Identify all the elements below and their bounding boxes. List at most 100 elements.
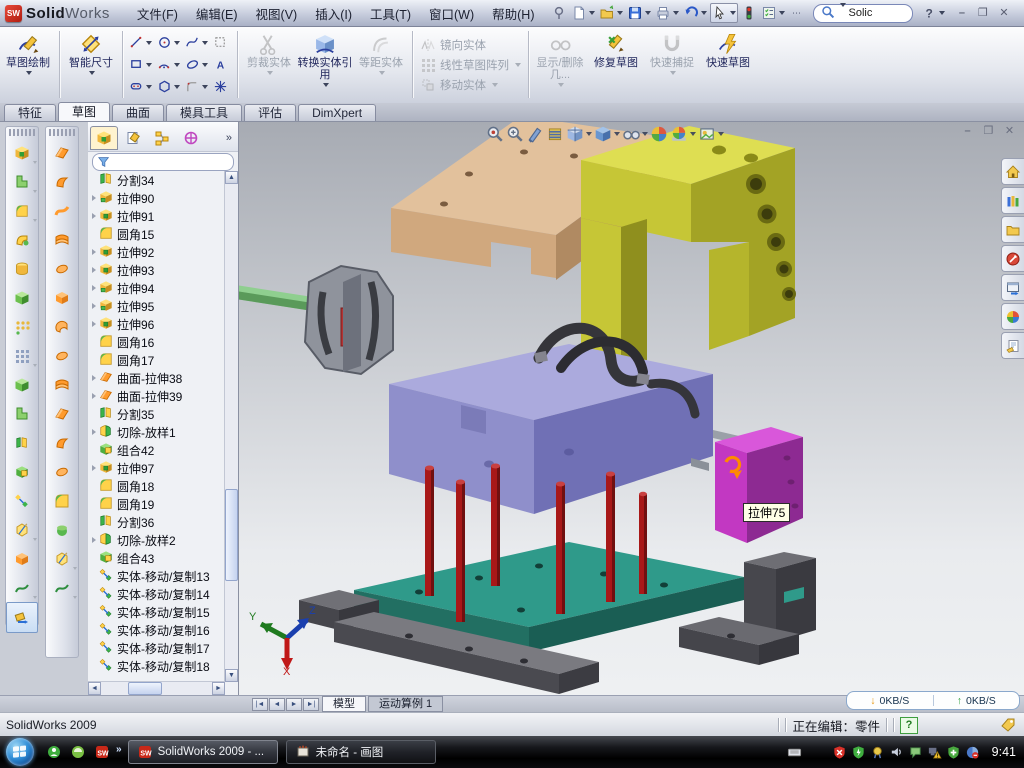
cmd-rapid-sketch-button[interactable]: 快速草图 [700,28,756,101]
sketch-point-button[interactable] [212,78,229,95]
plane-button[interactable] [6,544,38,573]
sketch-polygon-button[interactable] [156,78,181,95]
start-button[interactable] [6,738,34,766]
tree-item[interactable]: 分割36 [88,513,225,531]
new-document-button[interactable] [570,4,596,22]
next-tab-button[interactable]: ► [286,698,302,711]
tree-item[interactable]: 拉伸92 [88,243,225,261]
zoom-area-button[interactable] [505,123,525,145]
sketch-slot-button[interactable] [128,78,153,95]
tree-item[interactable]: 实体-移动/复制13 [88,567,225,585]
linear-pattern-button[interactable] [6,341,38,370]
messenger-quicklaunch-icon[interactable] [45,743,63,761]
move-copy-button[interactable] [6,486,38,515]
first-tab-button[interactable]: |◄ [252,698,268,711]
menu-file[interactable]: 文件(F) [128,4,187,23]
pin-button[interactable] [550,4,568,22]
sketch-circle-button[interactable] [156,34,181,51]
revolve-button[interactable] [6,254,38,283]
dimxpert-manager-tab[interactable] [177,126,205,150]
sketch-line-button[interactable] [128,34,153,51]
scroll-left-arrow[interactable]: ◄ [88,682,101,695]
expand-arrow-icon[interactable] [88,249,99,255]
menu-tools[interactable]: 工具(T) [361,4,420,23]
menu-window[interactable]: 窗口(W) [420,4,483,23]
tree-item[interactable]: 圆角18 [88,477,225,495]
scroll-up-arrow[interactable]: ▲ [225,171,238,184]
tree-item[interactable]: 拉伸93 [88,261,225,279]
last-tab-button[interactable]: ►| [303,698,319,711]
more-button[interactable]: ⋯ [788,4,806,22]
cmd-smart-dimension-button[interactable]: 智能尺寸 [63,28,119,101]
select-tool-button[interactable] [710,3,738,23]
menu-help[interactable]: 帮助(H) [483,4,543,23]
tree-item[interactable]: 圆角16 [88,333,225,351]
surface-sweep-button[interactable] [46,196,78,225]
expand-arrow-icon[interactable] [88,393,99,399]
surface-planar-button[interactable] [46,312,78,341]
expand-arrow-icon[interactable] [88,429,99,435]
tree-item[interactable]: 拉伸90 [88,189,225,207]
reference-geometry-button[interactable]: * [46,544,78,573]
display-style-button[interactable] [593,123,621,145]
toolbox-button[interactable] [1001,245,1024,272]
tree-vertical-scrollbar[interactable]: ▲ ▼ [224,171,238,682]
extrude-boss-button[interactable] [6,138,38,167]
cam-insert-part[interactable] [239,266,393,374]
chamfer-button[interactable] [6,283,38,312]
surface-delete-face-button[interactable] [46,457,78,486]
view-palette-button[interactable] [1001,274,1024,301]
search-caret[interactable] [838,7,846,19]
extrude-cut-button[interactable] [6,167,38,196]
solidworks-quicklaunch-icon[interactable]: SW [93,743,111,761]
apply-scene-button[interactable] [669,123,697,145]
sketch-arc-button[interactable] [156,56,181,73]
view-orientation-button[interactable] [565,123,593,145]
sketch-sketch-fillet-button[interactable] [184,78,209,95]
close-button[interactable]: ✕ [995,6,1012,21]
antivirus-shield-tray-icon[interactable] [832,745,847,760]
menu-insert[interactable]: 插入(I) [306,4,361,23]
tree-filter-input[interactable] [92,153,234,171]
split-button[interactable] [6,428,38,457]
feature-manager-tab[interactable] [90,126,118,150]
taskbar-button-paint[interactable]: 未命名 - 画图 [286,740,436,764]
tree-item[interactable]: 切除-放样2 [88,531,225,549]
scroll-right-arrow[interactable]: ► [212,682,225,695]
toolbar-drag-handle[interactable] [9,129,35,136]
manager-overflow-button[interactable]: » [222,132,236,144]
dome-button[interactable] [46,515,78,544]
view-settings-button[interactable] [697,123,725,145]
graphics-viewport[interactable]: –❐✕ 拉伸75 Y Z X [239,122,1024,695]
section-tool-button[interactable] [525,123,545,145]
open-button[interactable] [598,4,624,22]
network-warning-tray-icon[interactable]: ! [927,745,942,760]
property-manager-tab[interactable] [119,126,147,150]
tree-item[interactable]: 组合43 [88,549,225,567]
tree-item[interactable]: 曲面-拉伸39 [88,387,225,405]
surface-trim-button[interactable] [46,399,78,428]
tree-item[interactable]: 拉伸97 [88,459,225,477]
sketch-text-button[interactable]: A [212,56,229,73]
tab-曲面[interactable]: 曲面 [112,104,164,121]
configuration-manager-tab[interactable] [148,126,176,150]
surface-boundary-button[interactable] [46,254,78,283]
cmd-convert-entities-button[interactable]: 转换实体引用 [297,28,353,101]
search-box[interactable]: Solic [813,4,913,23]
sketch-select-box-button[interactable] [212,34,229,51]
toolbar-drag-handle[interactable] [49,129,75,136]
tree-horizontal-scrollbar[interactable]: ◄ ► [88,681,225,695]
curve-button[interactable] [6,573,38,602]
surface-shell-button[interactable] [46,486,78,515]
hide-show-items-button[interactable] [621,123,649,145]
taskbar-button-solidworks[interactable]: SWSolidWorks 2009 - ... [128,740,278,764]
cmd-sketch-button[interactable]: 草图绘制 [0,28,56,101]
keyboard-tray-icon[interactable] [787,745,802,760]
file-explorer-button[interactable] [1001,216,1024,243]
messenger-small-tray-icon[interactable] [908,745,923,760]
launcher-orb-quicklaunch-icon[interactable] [69,743,87,761]
menu-edit[interactable]: 编辑(E) [187,4,247,23]
audio-tray-icon[interactable] [889,745,904,760]
zoom-fit-button[interactable] [485,123,505,145]
sketch-spline-button[interactable] [184,34,209,51]
